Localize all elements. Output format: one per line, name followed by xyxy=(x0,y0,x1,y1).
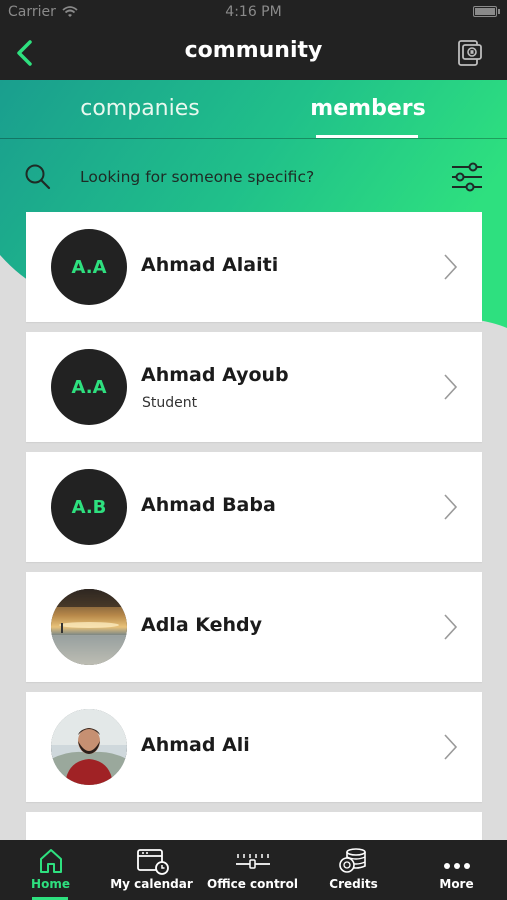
page-title: community xyxy=(184,38,323,63)
members-list: A.A Ahmad Alaiti A.A Ahmad Ayoub Student… xyxy=(26,212,482,862)
tab-office-control[interactable]: Office control xyxy=(202,840,303,900)
search-bar xyxy=(0,139,507,211)
segment-tabs: companies members xyxy=(0,80,507,138)
member-name: Ahmad Ali xyxy=(141,734,250,756)
tab-label: More xyxy=(439,877,474,891)
member-card-icon[interactable] xyxy=(455,38,485,68)
member-name: Ahmad Baba xyxy=(141,494,276,516)
avatar-person-photo xyxy=(51,709,127,785)
status-bar: Carrier 4:16 PM xyxy=(0,0,507,26)
tab-label: My calendar xyxy=(110,877,193,891)
chevron-right-icon xyxy=(444,254,458,280)
chevron-right-icon xyxy=(444,374,458,400)
sliders-icon xyxy=(235,854,270,869)
member-row[interactable]: Adla Kehdy xyxy=(26,572,482,682)
tab-credits[interactable]: Credits xyxy=(303,840,404,900)
avatar: A.A xyxy=(51,229,127,305)
chevron-right-icon xyxy=(444,614,458,640)
tab-label: Office control xyxy=(207,877,298,891)
member-role: Student xyxy=(142,395,198,411)
search-input[interactable] xyxy=(80,165,410,189)
tab-members[interactable]: members xyxy=(300,96,436,121)
bottom-tab-bar: Home My calendar Office control Credits … xyxy=(0,840,507,900)
tab-companies[interactable]: companies xyxy=(70,96,210,121)
member-name: Adla Kehdy xyxy=(141,614,263,636)
avatar-sunset-photo xyxy=(51,589,127,665)
member-name: Ahmad Alaiti xyxy=(141,254,279,276)
chevron-right-icon xyxy=(444,494,458,520)
member-row[interactable]: Ahmad Ali xyxy=(26,692,482,802)
tab-my-calendar[interactable]: My calendar xyxy=(101,840,202,900)
battery-icon xyxy=(473,6,500,17)
calendar-icon xyxy=(136,849,169,875)
coins-icon xyxy=(338,848,366,873)
avatar: A.B xyxy=(51,469,127,545)
member-row[interactable]: A.B Ahmad Baba xyxy=(26,452,482,562)
tab-label: Home xyxy=(31,877,70,891)
status-time: 4:16 PM xyxy=(225,4,282,20)
filter-sliders-icon[interactable] xyxy=(450,161,484,193)
tab-home[interactable]: Home xyxy=(0,840,101,900)
member-row[interactable]: A.A Ahmad Ayoub Student xyxy=(26,332,482,442)
tab-label: Credits xyxy=(329,877,378,891)
more-icon xyxy=(443,863,470,869)
member-name: Ahmad Ayoub xyxy=(141,364,289,386)
chevron-right-icon xyxy=(444,734,458,760)
tab-more[interactable]: More xyxy=(406,840,507,900)
avatar: A.A xyxy=(51,349,127,425)
navigation-bar: community xyxy=(0,26,507,80)
member-row[interactable]: A.A Ahmad Alaiti xyxy=(26,212,482,322)
home-icon xyxy=(39,849,62,873)
search-icon[interactable] xyxy=(24,163,52,191)
